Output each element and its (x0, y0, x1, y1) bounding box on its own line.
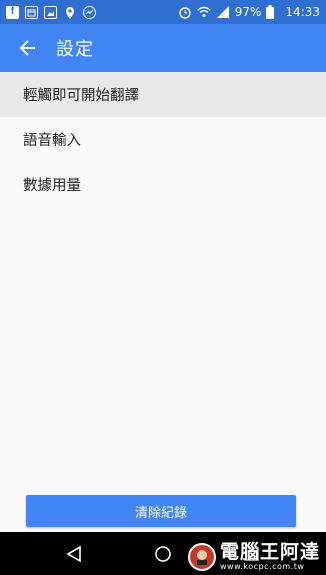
arrow-back-icon (19, 40, 35, 56)
signal-icon (216, 5, 230, 19)
battery-percent: 97% (234, 5, 262, 19)
back-button[interactable] (0, 24, 56, 72)
messenger-icon (83, 5, 96, 19)
settings-item-tap-to-translate[interactable]: 輕觸即可開始翻譯 (0, 72, 326, 117)
nav-home-button[interactable] (143, 534, 183, 574)
location-icon (63, 5, 77, 19)
wifi-icon (197, 5, 211, 19)
settings-list: 輕觸即可開始翻譯 語音輸入 數據用量 (0, 72, 326, 207)
app-bar: 設定 (0, 24, 326, 72)
watermark: 電腦王阿達 www.kocpc.com.tw (187, 540, 320, 571)
notification-icons: f (6, 5, 96, 19)
watermark-logo (187, 542, 216, 571)
circle-home-icon (155, 545, 171, 562)
watermark-title: 電腦王阿達 (219, 540, 320, 563)
status-bar: f 97% 14:33 (0, 0, 326, 24)
triangle-back-icon (66, 545, 82, 562)
watermark-url: www.kocpc.com.tw (219, 561, 305, 571)
nav-back-button[interactable] (54, 534, 94, 574)
settings-item-voice-input[interactable]: 語音輸入 (0, 117, 326, 162)
gallery-icon (44, 5, 57, 19)
clock: 14:33 (285, 5, 320, 19)
settings-item-data-usage[interactable]: 數據用量 (0, 162, 326, 207)
battery-icon (266, 5, 280, 19)
system-status: 97% 14:33 (178, 5, 320, 19)
calendar-icon (25, 5, 38, 19)
alarm-icon (178, 5, 192, 19)
page-title: 設定 (56, 39, 94, 60)
clear-history-button[interactable]: 清除紀錄 (26, 495, 296, 527)
facebook-icon: f (6, 5, 19, 19)
